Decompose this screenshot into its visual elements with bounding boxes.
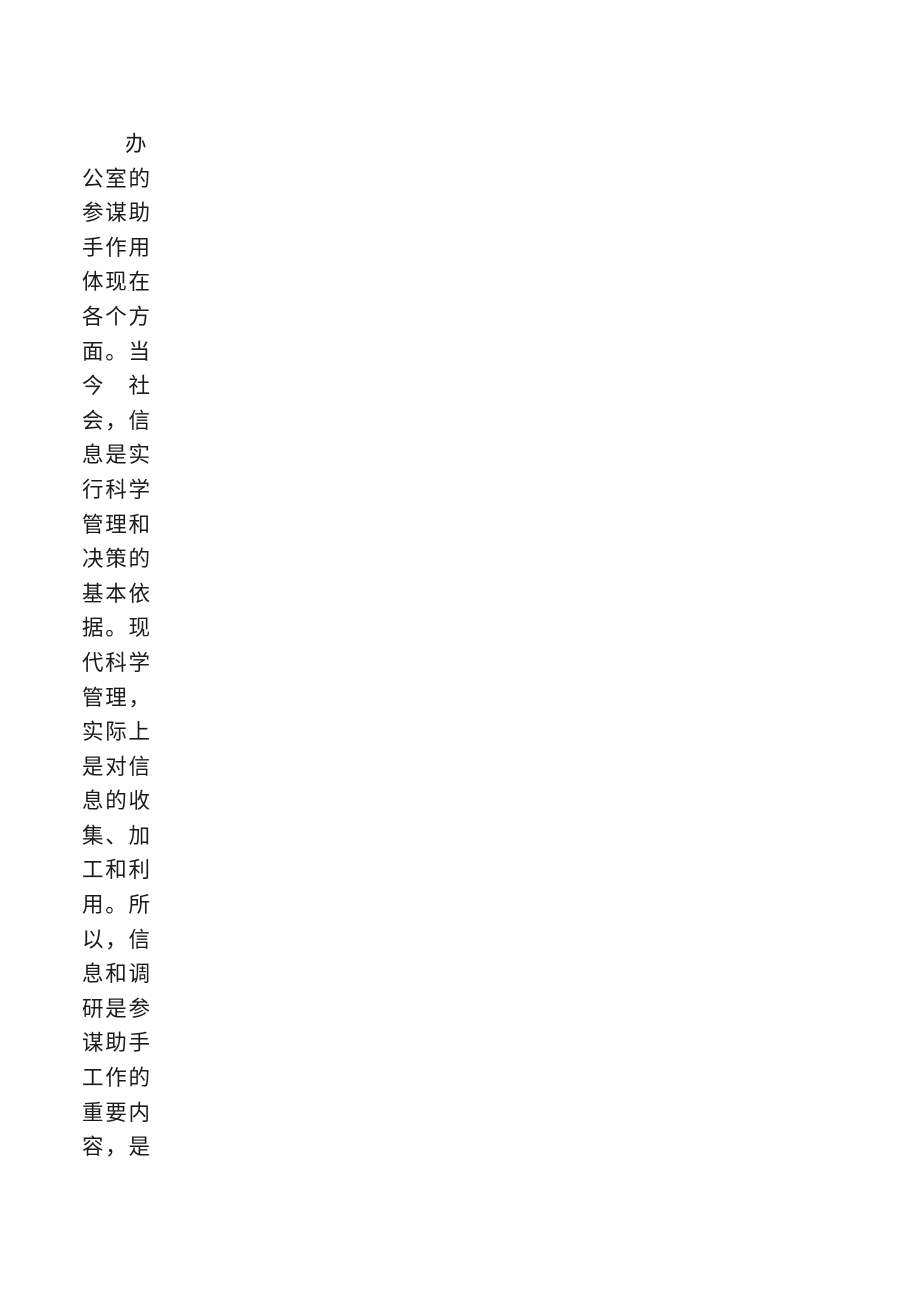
document-page: 办公室的参谋助手作用体现在各个方面。当今社会，信息是实行科学管理和决策的基本依据… [0,0,920,1303]
body-paragraph: 办公室的参谋助手作用体现在各个方面。当今社会，信息是实行科学管理和决策的基本依据… [82,132,150,1161]
text-column: 办公室的参谋助手作用体现在各个方面。当今社会，信息是实行科学管理和决策的基本依据… [82,128,150,1200]
